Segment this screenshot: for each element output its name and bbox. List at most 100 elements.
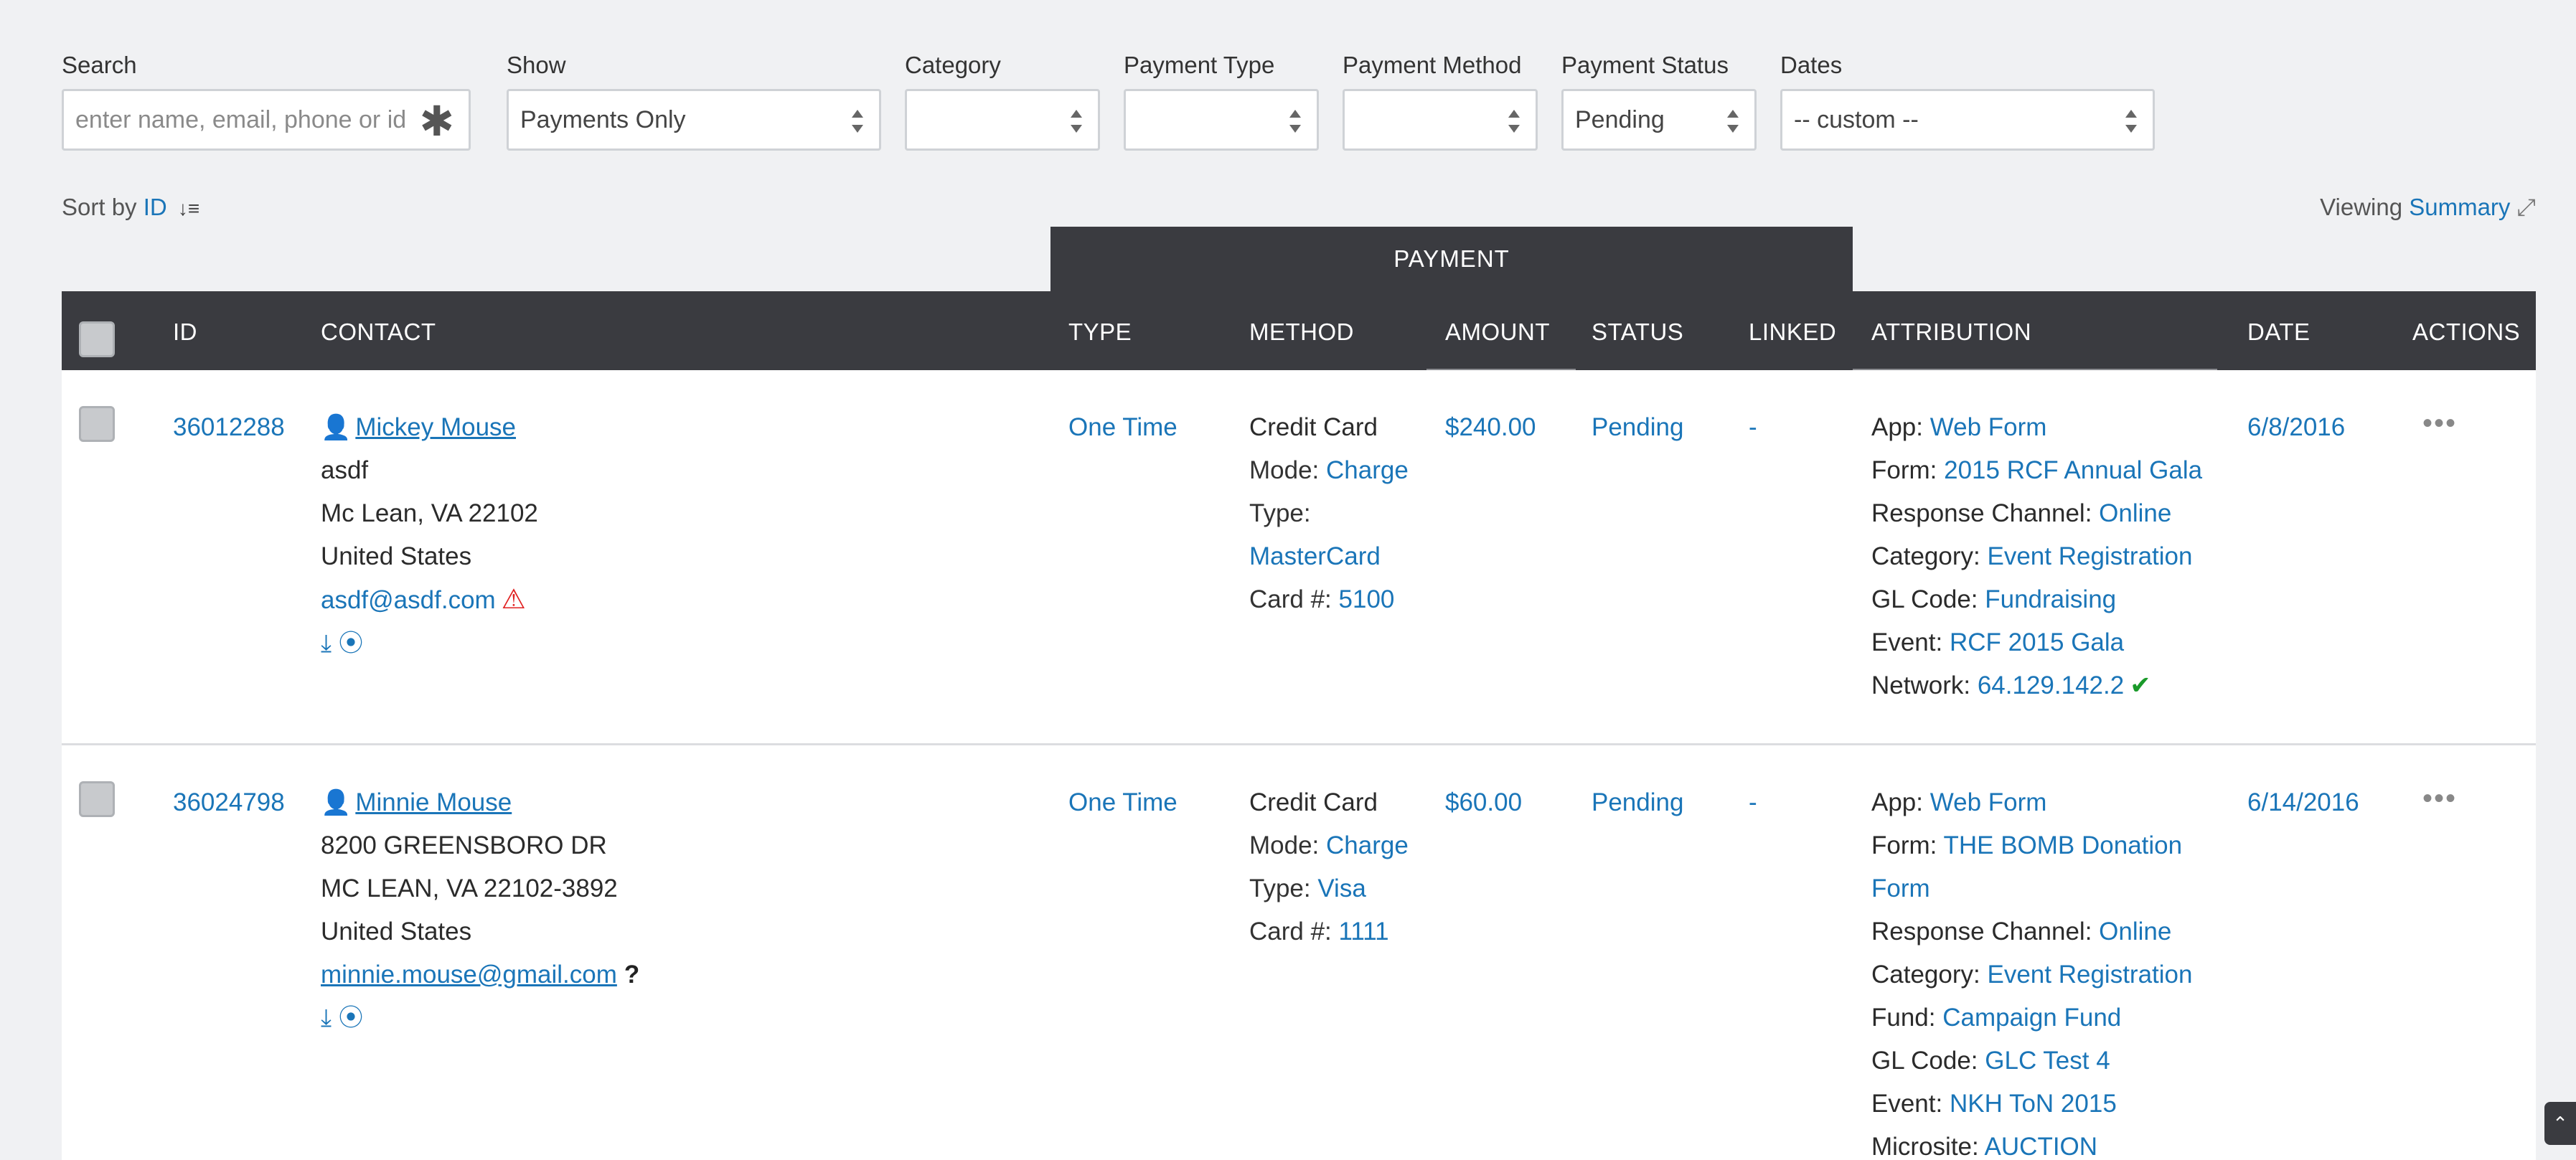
select-arrows-icon — [2125, 108, 2137, 134]
row-checkbox[interactable] — [79, 406, 115, 442]
map-pin-icon[interactable]: ⦿ — [339, 622, 363, 665]
status-link[interactable]: Pending — [1592, 788, 1683, 816]
app-link[interactable]: Web Form — [1930, 413, 2047, 441]
response-channel-link[interactable]: Online — [2099, 499, 2171, 527]
card-type-link[interactable]: Visa — [1317, 874, 1365, 902]
viewing-mode-link[interactable]: Summary — [2409, 194, 2510, 220]
category-link[interactable]: Event Registration — [1987, 961, 2192, 989]
show-label: Show — [507, 52, 566, 78]
response-channel-link[interactable]: Online — [2099, 918, 2171, 946]
linked-cell: - — [1749, 406, 1757, 449]
show-select[interactable]: Payments Only — [507, 89, 881, 151]
table-row: 36024798 👤 Minnie Mouse 8200 GREENSBORO D… — [62, 745, 2536, 1160]
table-row: 36012288 👤 Mickey Mouse asdf Mc Lean, VA … — [62, 370, 2536, 743]
select-all-checkbox[interactable] — [79, 321, 115, 357]
col-linked[interactable]: LINKED — [1749, 319, 1836, 346]
card-number-link[interactable]: 5100 — [1339, 585, 1395, 613]
download-icon[interactable]: ⤓ — [321, 996, 332, 1039]
address-line2: Mc Lean, VA 22102 — [321, 499, 538, 527]
amount-link[interactable]: $60.00 — [1445, 788, 1522, 816]
contact-name-link[interactable]: Minnie Mouse — [355, 788, 512, 816]
col-type[interactable]: TYPE — [1068, 319, 1132, 346]
category-select[interactable] — [905, 89, 1100, 151]
gl-code-link[interactable]: Fundraising — [1985, 585, 2116, 613]
col-date[interactable]: DATE — [2247, 319, 2311, 346]
attribution-cell: App: Web Form Form: THE BOMB Donation Fo… — [1871, 781, 2192, 1160]
microsite-link[interactable]: AUCTION — [1985, 1133, 2098, 1160]
network-label: Network: — [1871, 671, 1971, 699]
payment-id-link[interactable]: 36024798 — [173, 788, 285, 816]
scroll-to-top-button[interactable]: ⌃ — [2544, 1102, 2576, 1145]
app-link[interactable]: Web Form — [1930, 788, 2047, 816]
contact-email-link[interactable]: asdf@asdf.com — [321, 586, 496, 614]
mode-link[interactable]: Charge — [1326, 456, 1409, 484]
payment-type-select[interactable] — [1124, 89, 1319, 151]
payment-method-label: Payment Method — [1343, 52, 1522, 78]
payment-type-link[interactable]: One Time — [1068, 413, 1177, 441]
linked-link[interactable]: - — [1749, 788, 1757, 816]
more-actions-icon[interactable]: ••• — [2422, 402, 2457, 445]
network-link[interactable]: 64.129.142.2 — [1978, 671, 2124, 699]
map-pin-icon[interactable]: ⦿ — [339, 996, 363, 1039]
dates-filter: Dates -- custom -- — [1780, 52, 2155, 151]
col-amount[interactable]: AMOUNT — [1445, 319, 1550, 346]
col-attribution[interactable]: ATTRIBUTION — [1871, 319, 2031, 346]
payment-id-link[interactable]: 36012288 — [173, 413, 285, 441]
form-link[interactable]: THE BOMB Donation — [1943, 831, 2182, 859]
gl-code-label: GL Code: — [1871, 1047, 1978, 1075]
amount-link[interactable]: $240.00 — [1445, 413, 1536, 441]
sort-direction-icon[interactable]: ↓≡ — [178, 197, 199, 220]
row-id: 36012288 — [173, 406, 285, 449]
viewing-mode: Viewing Summary ⤢ — [2320, 194, 2536, 222]
payment-method-select[interactable] — [1343, 89, 1538, 151]
person-icon: 👤 — [321, 414, 352, 441]
form-label: Form: — [1871, 831, 1937, 859]
status-link[interactable]: Pending — [1592, 413, 1683, 441]
payment-type-label: Payment Type — [1124, 52, 1275, 78]
amount-cell: $60.00 — [1445, 781, 1522, 824]
payment-type-filter: Payment Type — [1124, 52, 1319, 151]
chevron-up-icon: ⌃ — [2552, 1112, 2568, 1134]
attribution-cell: App: Web Form Form: 2015 RCF Annual Gala… — [1871, 406, 2202, 707]
expand-icon[interactable]: ⤢ — [2517, 194, 2536, 220]
contact-email-link[interactable]: minnie.mouse@gmail.com — [321, 961, 617, 989]
col-status[interactable]: STATUS — [1592, 319, 1683, 346]
more-actions-icon[interactable]: ••• — [2422, 777, 2457, 820]
asterisk-icon[interactable]: ✱ — [419, 101, 454, 143]
form-link[interactable]: 2015 RCF Annual Gala — [1944, 456, 2202, 484]
col-id[interactable]: ID — [173, 319, 197, 346]
col-method[interactable]: METHOD — [1249, 319, 1354, 346]
sort-by: Sort by ID ↓≡ — [62, 194, 199, 221]
show-filter: Show Payments Only — [507, 52, 881, 151]
checkmark-icon: ✔ — [2130, 671, 2151, 699]
sort-field-link[interactable]: ID — [144, 194, 167, 220]
date-link[interactable]: 6/14/2016 — [2247, 788, 2359, 816]
date-cell: 6/14/2016 — [2247, 781, 2359, 824]
app-label: App: — [1871, 413, 1923, 441]
warning-icon[interactable]: ⚠ — [502, 585, 526, 615]
download-icon[interactable]: ⤓ — [321, 622, 332, 665]
payment-status-select[interactable]: Pending — [1561, 89, 1757, 151]
search-input[interactable]: enter name, email, phone or id ✱ — [62, 89, 471, 151]
row-checkbox[interactable] — [79, 781, 115, 817]
fund-link[interactable]: Campaign Fund — [1942, 1004, 2121, 1032]
category-link[interactable]: Event Registration — [1987, 542, 2192, 570]
question-icon[interactable]: ? — [624, 961, 639, 989]
event-link[interactable]: NKH ToN 2015 — [1950, 1090, 2117, 1118]
contact-name-link[interactable]: Mickey Mouse — [355, 413, 516, 441]
gl-code-link[interactable]: GLC Test 4 — [1985, 1047, 2110, 1075]
linked-link[interactable]: - — [1749, 413, 1757, 441]
date-link[interactable]: 6/8/2016 — [2247, 413, 2345, 441]
person-icon: 👤 — [321, 789, 352, 816]
card-type-link[interactable]: MasterCard — [1249, 542, 1381, 570]
mode-link[interactable]: Charge — [1326, 831, 1409, 859]
payment-type-link[interactable]: One Time — [1068, 788, 1177, 816]
form-link-continued[interactable]: Form — [1871, 874, 1930, 902]
event-link[interactable]: RCF 2015 Gala — [1950, 628, 2124, 656]
app-label: App: — [1871, 788, 1923, 816]
dates-select[interactable]: -- custom -- — [1780, 89, 2155, 151]
contact-cell: 👤 Mickey Mouse asdf Mc Lean, VA 22102 Uni… — [321, 406, 538, 665]
fund-label: Fund: — [1871, 1004, 1936, 1032]
col-contact[interactable]: CONTACT — [321, 319, 436, 346]
card-number-link[interactable]: 1111 — [1339, 918, 1389, 946]
